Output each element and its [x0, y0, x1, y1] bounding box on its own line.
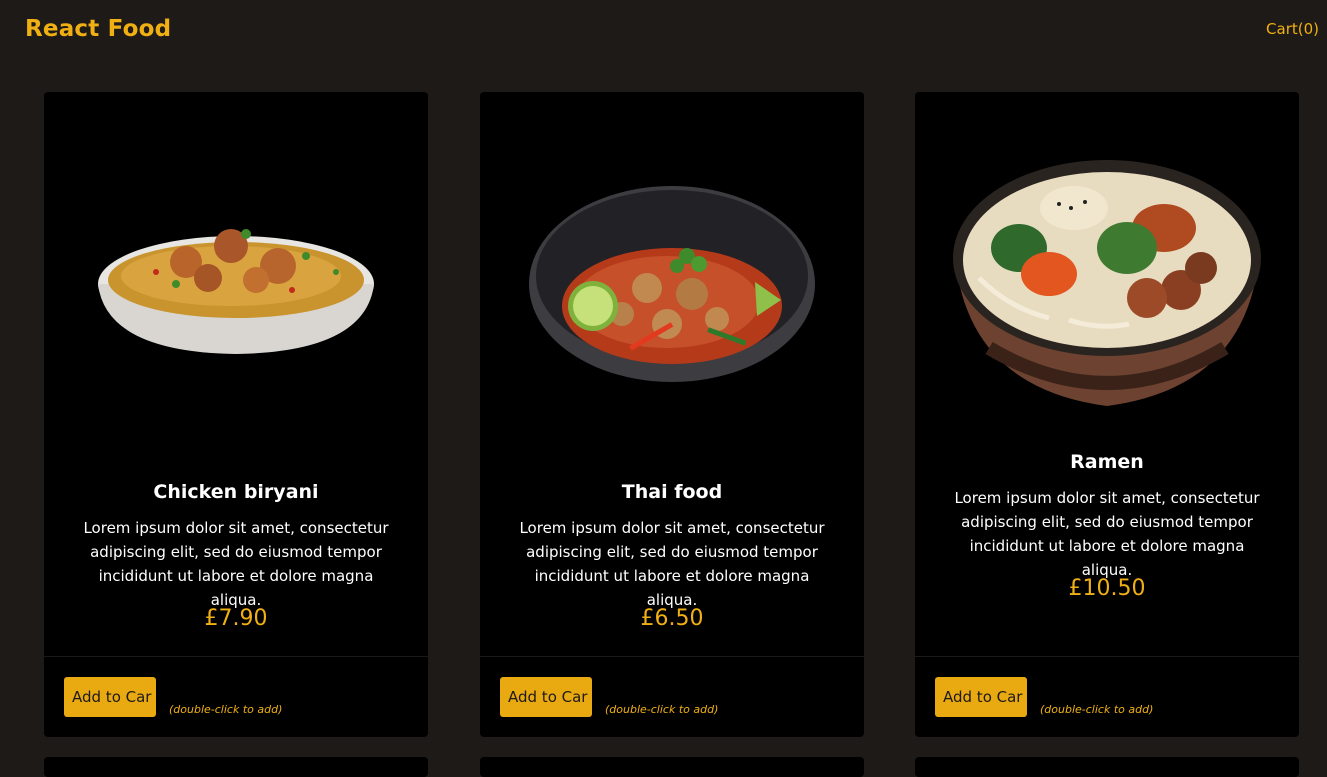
card-price: £10.50	[1068, 576, 1146, 601]
menu-card-partial	[915, 757, 1299, 777]
menu-card: Ramen Lorem ipsum dolor sit amet, consec…	[915, 92, 1299, 737]
card-footer: Add to Car (double-click to add)	[44, 656, 428, 737]
menu-card-partial	[44, 757, 428, 777]
add-to-cart-button[interactable]: Add to Car	[64, 677, 156, 717]
card-price: £7.90	[204, 606, 268, 631]
card-footer: Add to Car (double-click to add)	[480, 656, 864, 737]
thai-curry-bowl-image	[529, 186, 815, 382]
add-to-cart-button[interactable]: Add to Car	[500, 677, 592, 717]
card-description: Lorem ipsum dolor sit amet, consectetur …	[83, 519, 389, 609]
double-click-hint: (double-click to add)	[605, 703, 719, 716]
card-title: Thai food	[621, 481, 723, 503]
card-footer: Add to Car (double-click to add)	[915, 656, 1299, 737]
site-header: React Food Cart(0)	[0, 0, 1327, 60]
add-to-cart-button[interactable]: Add to Car	[935, 677, 1027, 717]
site-logo[interactable]: React Food	[25, 16, 171, 42]
card-title: Ramen	[1070, 451, 1144, 473]
biryani-bowl-image	[98, 229, 374, 354]
card-price: £6.50	[640, 606, 704, 631]
double-click-hint: (double-click to add)	[1040, 703, 1154, 716]
card-title: Chicken biryani	[153, 481, 319, 503]
cart-link[interactable]: Cart(0)	[1266, 20, 1319, 38]
menu-card-partial	[480, 757, 864, 777]
card-description: Lorem ipsum dolor sit amet, consectetur …	[519, 519, 825, 609]
ramen-bowl-image	[953, 160, 1261, 406]
double-click-hint: (double-click to add)	[169, 703, 283, 716]
menu-card: Chicken biryani Lorem ipsum dolor sit am…	[44, 92, 428, 737]
menu-card: Thai food Lorem ipsum dolor sit amet, co…	[480, 92, 864, 737]
card-description: Lorem ipsum dolor sit amet, consectetur …	[954, 489, 1260, 579]
